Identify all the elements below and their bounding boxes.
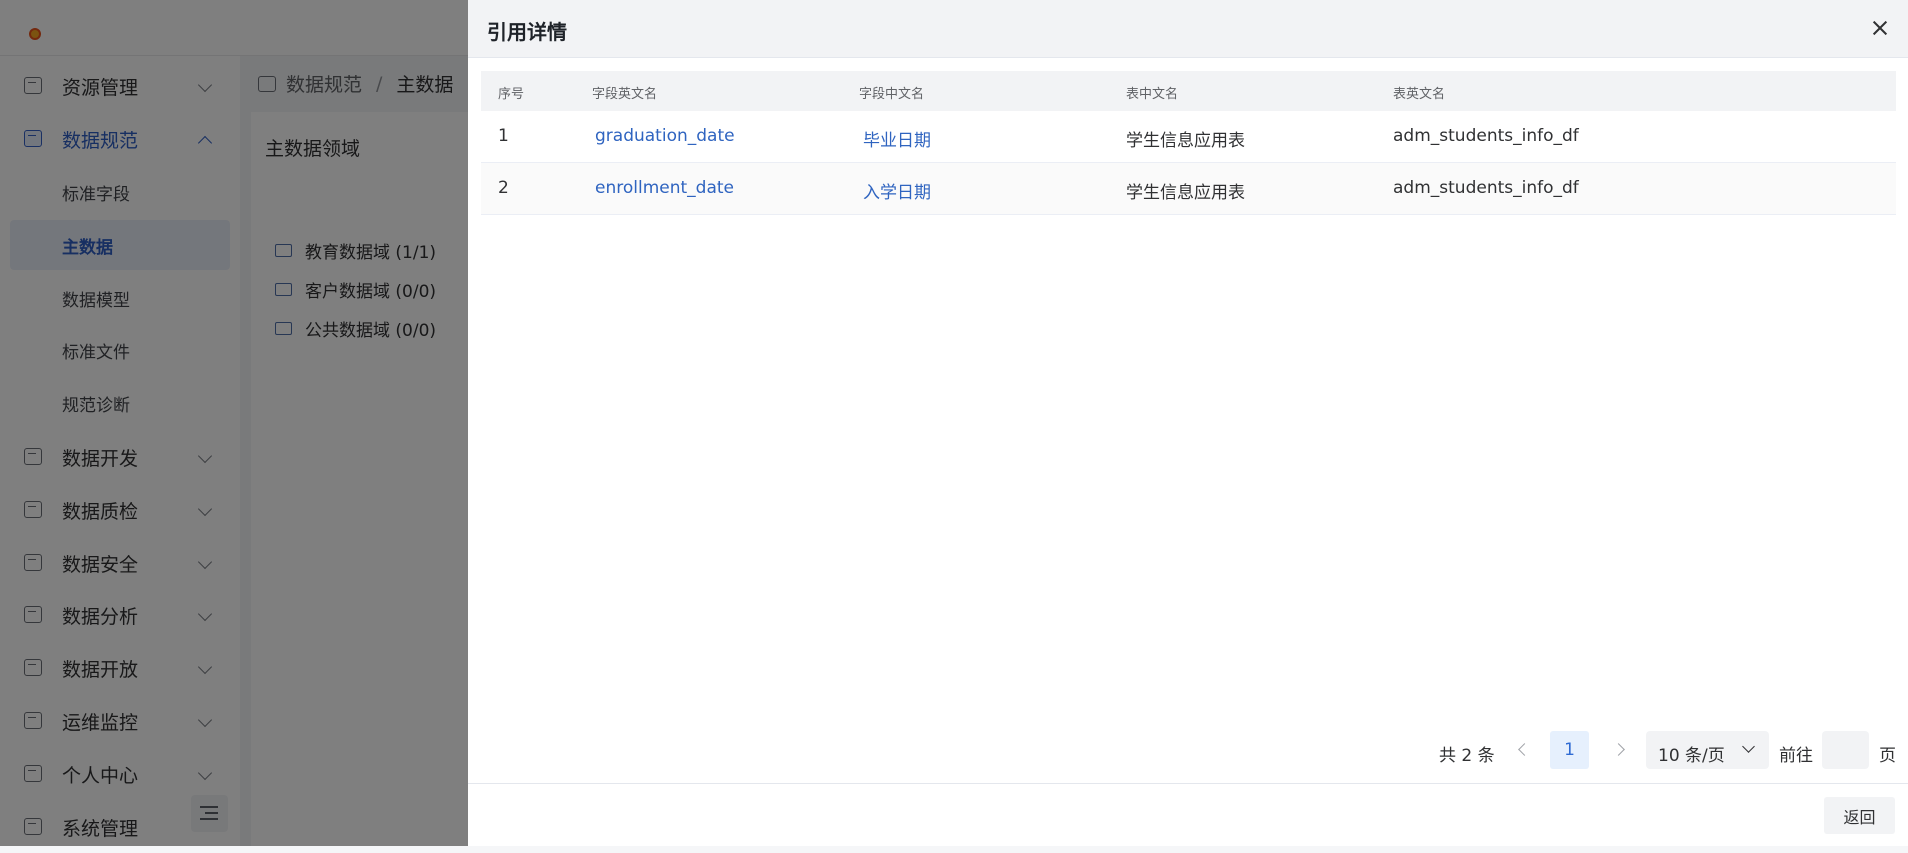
cell-index: 1 bbox=[498, 126, 509, 146]
reference-details-drawer: 引用详情 序号 字段英文名 字段中文名 表中文名 表英文名 1 graduati… bbox=[468, 0, 1908, 846]
pagination: 共 2 条 1 10 条/页 前往 页 bbox=[468, 731, 1908, 771]
table-header: 序号 字段英文名 字段中文名 表中文名 表英文名 bbox=[481, 71, 1896, 111]
cell-index: 2 bbox=[498, 178, 509, 198]
table-row: 2 enrollment_date 入学日期 学生信息应用表 adm_stude… bbox=[481, 163, 1896, 215]
column-header-table-cn: 表中文名 bbox=[1126, 87, 1179, 102]
chevron-left-icon[interactable] bbox=[1518, 743, 1531, 756]
close-icon[interactable] bbox=[1872, 20, 1888, 36]
cell-field-en[interactable]: graduation_date bbox=[595, 126, 735, 146]
page-size-select[interactable]: 10 条/页 bbox=[1646, 731, 1769, 769]
column-header-field-en: 字段英文名 bbox=[592, 87, 658, 102]
cell-field-cn[interactable]: 入学日期 bbox=[863, 178, 931, 203]
cell-table-cn: 学生信息应用表 bbox=[1126, 131, 1245, 151]
page-size-value: 10 条/页 bbox=[1658, 746, 1725, 766]
goto-label: 前往 bbox=[1779, 746, 1813, 766]
cell-table-en: adm_students_info_df bbox=[1393, 178, 1579, 198]
page-number-button[interactable]: 1 bbox=[1550, 731, 1589, 769]
goto-page-input[interactable] bbox=[1822, 731, 1869, 769]
column-header-field-cn: 字段中文名 bbox=[859, 87, 925, 102]
pagination-total: 共 2 条 bbox=[1439, 746, 1495, 766]
cell-table-en: adm_students_info_df bbox=[1393, 126, 1579, 146]
cell-table-cn: 学生信息应用表 bbox=[1126, 183, 1245, 203]
cell-field-en[interactable]: enrollment_date bbox=[595, 178, 734, 198]
table-row: 1 graduation_date 毕业日期 学生信息应用表 adm_stude… bbox=[481, 111, 1896, 163]
page-suffix-label: 页 bbox=[1879, 746, 1896, 766]
drawer-title: 引用详情 bbox=[487, 20, 567, 44]
chevron-down-icon bbox=[1742, 740, 1755, 753]
column-header-index: 序号 bbox=[498, 87, 525, 102]
cell-field-cn[interactable]: 毕业日期 bbox=[863, 126, 931, 151]
drawer-header: 引用详情 bbox=[468, 0, 1908, 58]
chevron-right-icon[interactable] bbox=[1612, 743, 1625, 756]
column-header-table-en: 表英文名 bbox=[1393, 87, 1446, 102]
back-button[interactable]: 返回 bbox=[1824, 797, 1895, 834]
drawer-footer: 返回 bbox=[468, 783, 1908, 846]
reference-table: 序号 字段英文名 字段中文名 表中文名 表英文名 1 graduation_da… bbox=[481, 71, 1896, 215]
